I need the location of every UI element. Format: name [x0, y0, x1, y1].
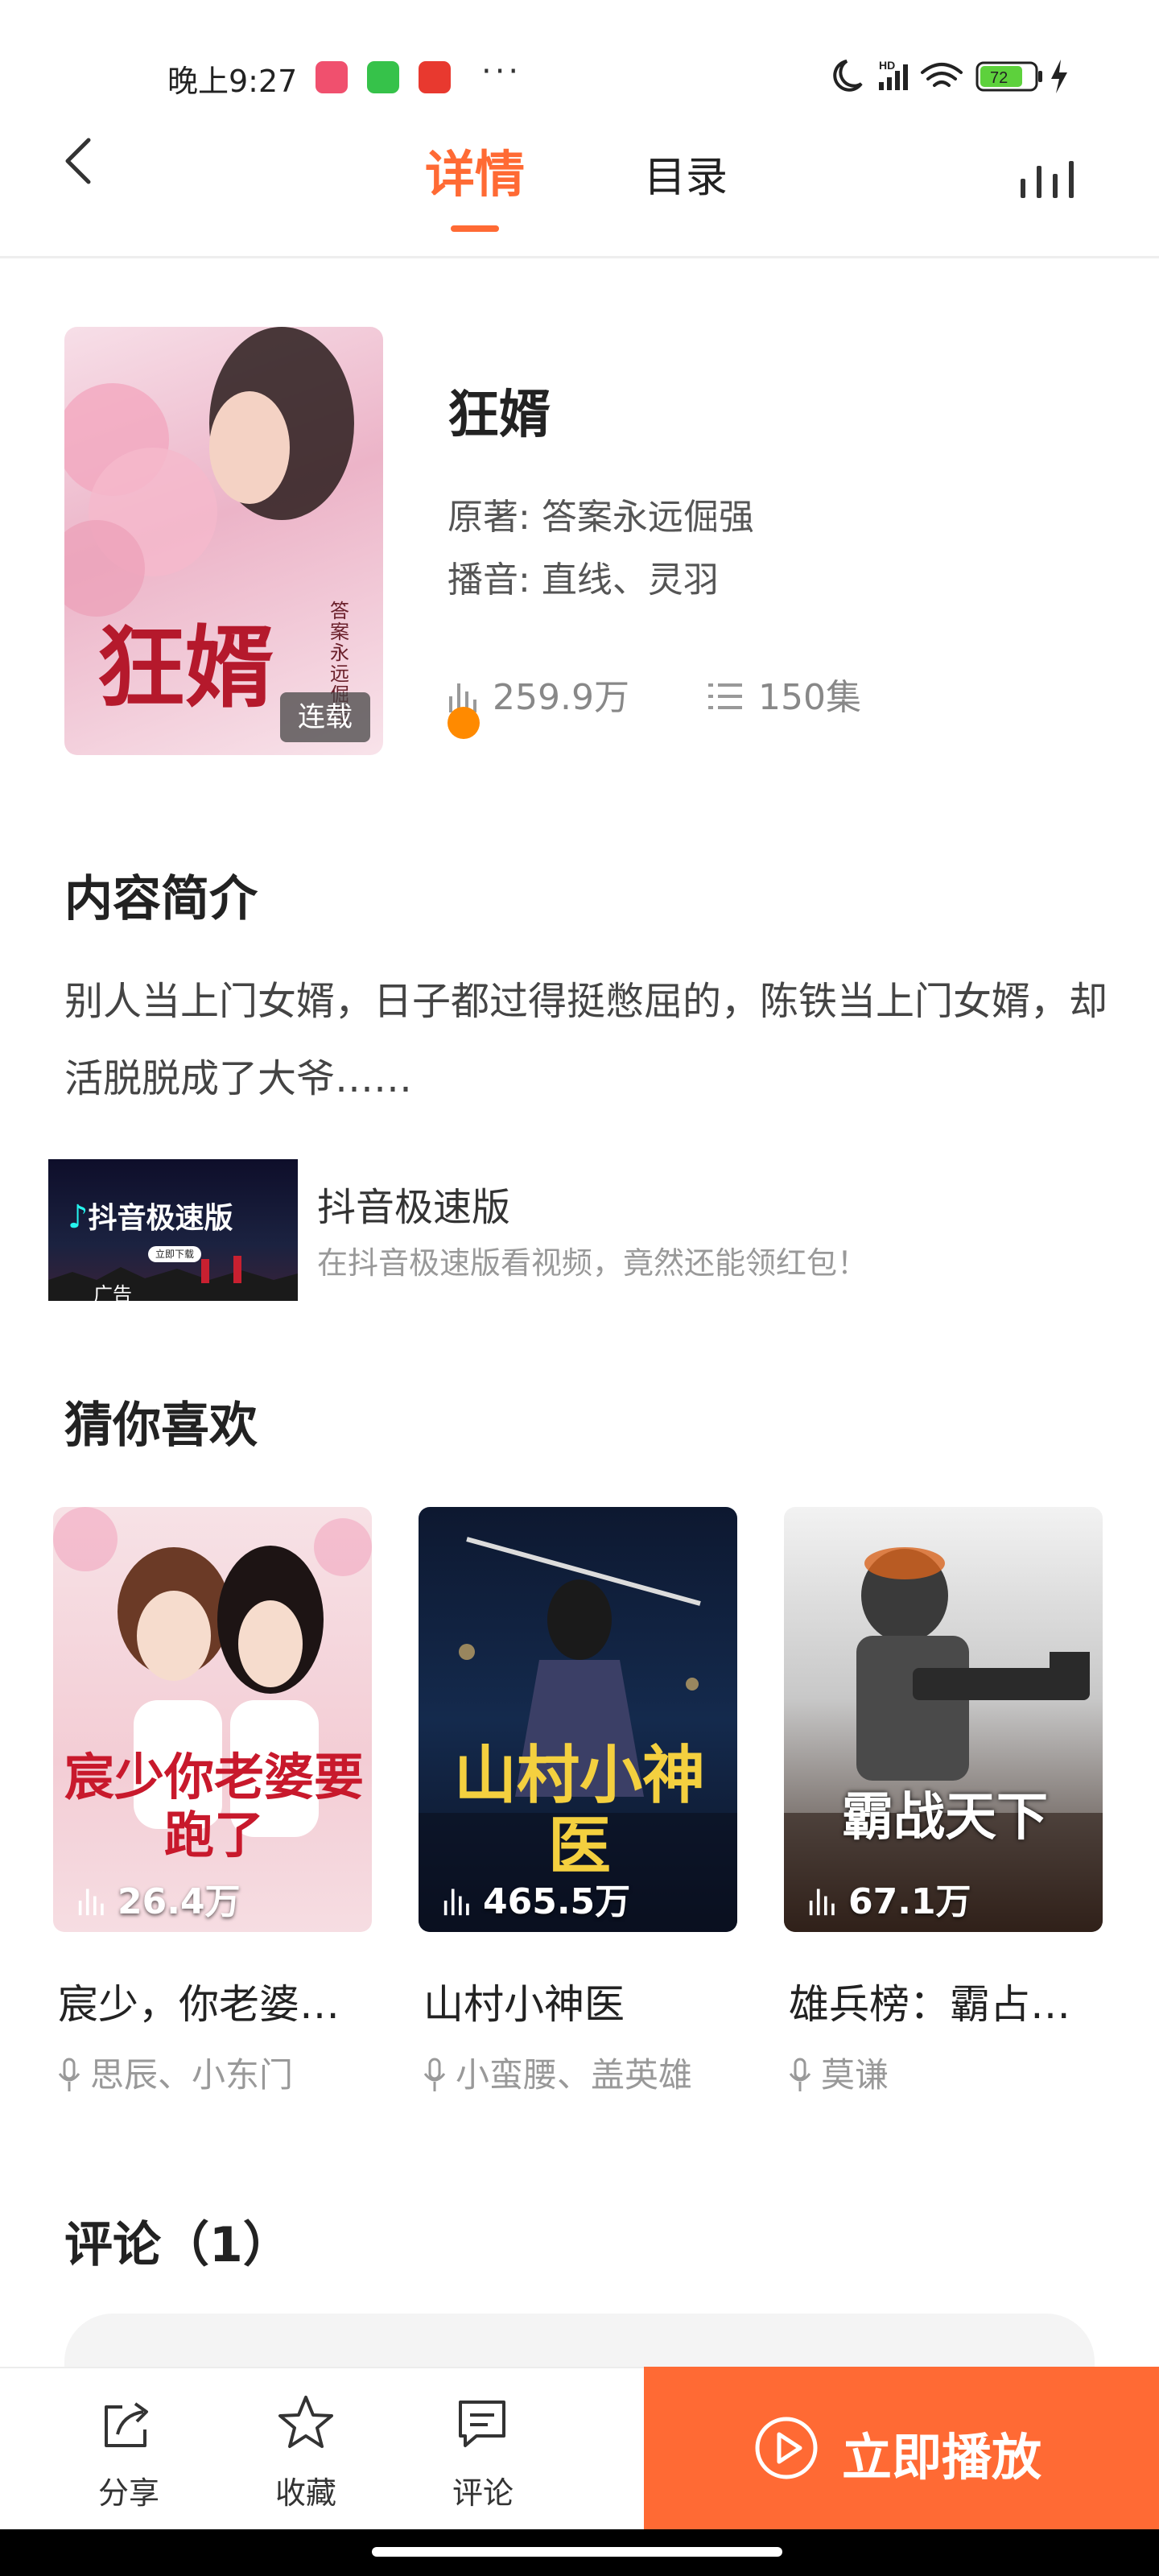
- author-row: 原著: 答案永远倔强: [448, 488, 754, 539]
- more-notifications-icon: ···: [481, 53, 522, 90]
- back-button[interactable]: [61, 137, 97, 185]
- author-name[interactable]: 答案永远倔强: [542, 497, 754, 538]
- now-playing-icon[interactable]: [1017, 158, 1088, 203]
- author-label: 原著:: [448, 497, 530, 538]
- narrator-names[interactable]: 直线、灵羽: [542, 559, 719, 601]
- comments-title: 评论（1）: [64, 2217, 291, 2273]
- header-divider: [0, 256, 1159, 258]
- recommend-plays-1-value: 26.4万: [118, 1881, 241, 1922]
- ad-download-button[interactable]: 立即下载: [148, 1246, 201, 1262]
- ad-logo-text: 抖音极速版: [88, 1202, 233, 1235]
- comment-label[interactable]: 评论: [452, 2468, 514, 2512]
- share-icon: [105, 2402, 148, 2447]
- narrator-row: 播音: 直线、灵羽: [448, 551, 719, 602]
- status-time: 晚上9:27: [167, 64, 298, 99]
- ad-image[interactable]: ♪抖音极速版 立即下载 广告: [48, 1159, 298, 1301]
- red-app-icon: [419, 61, 451, 93]
- signal-icon: HD: [879, 59, 908, 90]
- recommend-cover-1-text: 宸少你老婆要跑了: [64, 1748, 364, 1864]
- recommend-narrators-1: 思辰、小东门: [58, 2048, 293, 2097]
- recommend-plays-3: 67.1万: [808, 1872, 971, 1924]
- comment-button[interactable]: [454, 2396, 510, 2455]
- intro-text[interactable]: 别人当上门女婿，日子都过得挺憋屈的，陈铁当上门女婿，却活脱脱成了大爷……: [64, 963, 1111, 1117]
- microphone-icon: [58, 2058, 80, 2091]
- microphone-icon: [789, 2058, 811, 2091]
- play-now-label[interactable]: 立即播放: [842, 2417, 1041, 2489]
- svg-text:HD: HD: [879, 59, 895, 72]
- list-icon: [708, 683, 742, 709]
- serial-badge: 连载: [280, 692, 370, 742]
- plays-icon: [809, 1889, 835, 1916]
- battery-icon: 72: [975, 61, 1042, 92]
- book-app-icon: [316, 61, 348, 93]
- recommend-title-3[interactable]: 雄兵榜：霸占…: [789, 1972, 1111, 2030]
- indicator-dot: [448, 707, 480, 739]
- book-title: 狂婿: [448, 386, 551, 445]
- ad-description: 在抖音极速版看视频，竟然还能领红包！: [317, 1245, 868, 1281]
- tab-active-indicator: [451, 225, 499, 232]
- intro-title: 内容简介: [64, 871, 258, 927]
- share-button[interactable]: [98, 2396, 156, 2457]
- recommend-cover-1[interactable]: 宸少你老婆要跑了: [53, 1507, 372, 1932]
- recommend-cover-2-text: 山村小神医: [453, 1740, 705, 1883]
- wechat-mini-icon: [367, 61, 399, 93]
- narrator-label: 播音:: [448, 559, 530, 601]
- moon-icon: [833, 60, 863, 92]
- episode-count-value: 150集: [758, 677, 861, 718]
- battery-level: 72: [990, 69, 1008, 87]
- home-indicator[interactable]: [372, 2547, 782, 2557]
- recommend-narrators-2-text: 小蛮腰、盖英雄: [456, 2055, 693, 2095]
- play-circle-icon: [753, 2415, 819, 2484]
- recommend-title: 猜你喜欢: [64, 1397, 258, 1454]
- recommend-cover-3-text: 霸战天下: [842, 1788, 1048, 1847]
- recommend-narrators-1-text: 思辰、小东门: [90, 2055, 294, 2095]
- ad-label: 广告: [93, 1283, 132, 1301]
- recommend-title-2[interactable]: 山村小神医: [423, 1972, 745, 2030]
- recommend-plays-3-value: 67.1万: [848, 1881, 971, 1922]
- ad-title[interactable]: 抖音极速版: [317, 1175, 510, 1232]
- favorite-button[interactable]: [275, 2392, 336, 2457]
- status-icons: HD 72: [827, 53, 1101, 101]
- recommend-narrators-2: 小蛮腰、盖英雄: [423, 2048, 692, 2097]
- chevron-left-icon: [65, 138, 91, 184]
- plays-icon: [78, 1889, 104, 1916]
- recommend-plays-2: 465.5万: [443, 1872, 630, 1924]
- tiktok-icon: ♪: [68, 1199, 89, 1236]
- recommend-plays-2-value: 465.5万: [483, 1881, 631, 1922]
- microphone-icon: [423, 2058, 446, 2091]
- recommend-plays-1: 26.4万: [77, 1872, 241, 1924]
- tab-catalog[interactable]: 目录: [644, 143, 728, 204]
- cover-title: 狂婿: [97, 616, 274, 720]
- ad-logo: ♪抖音极速版: [68, 1195, 233, 1236]
- recommend-title-1[interactable]: 宸少，你老婆…: [58, 1972, 380, 2030]
- recommend-narrators-3-text: 莫谦: [821, 2055, 889, 2095]
- wifi-icon: [921, 63, 963, 87]
- play-count-value: 259.9万: [493, 677, 629, 718]
- favorite-label[interactable]: 收藏: [275, 2468, 336, 2512]
- comment-icon: [459, 2401, 505, 2447]
- recommend-narrators-3: 莫谦: [789, 2048, 889, 2097]
- charging-icon: [1051, 60, 1067, 93]
- star-icon: [278, 2396, 333, 2448]
- plays-icon: [443, 1889, 469, 1916]
- recommend-cover-3[interactable]: 霸战天下: [784, 1507, 1103, 1932]
- share-label[interactable]: 分享: [98, 2468, 159, 2512]
- tab-detail[interactable]: 详情: [425, 134, 525, 206]
- episode-count: 150集: [708, 668, 861, 720]
- recommend-cover-2[interactable]: 山村小神医: [419, 1507, 737, 1932]
